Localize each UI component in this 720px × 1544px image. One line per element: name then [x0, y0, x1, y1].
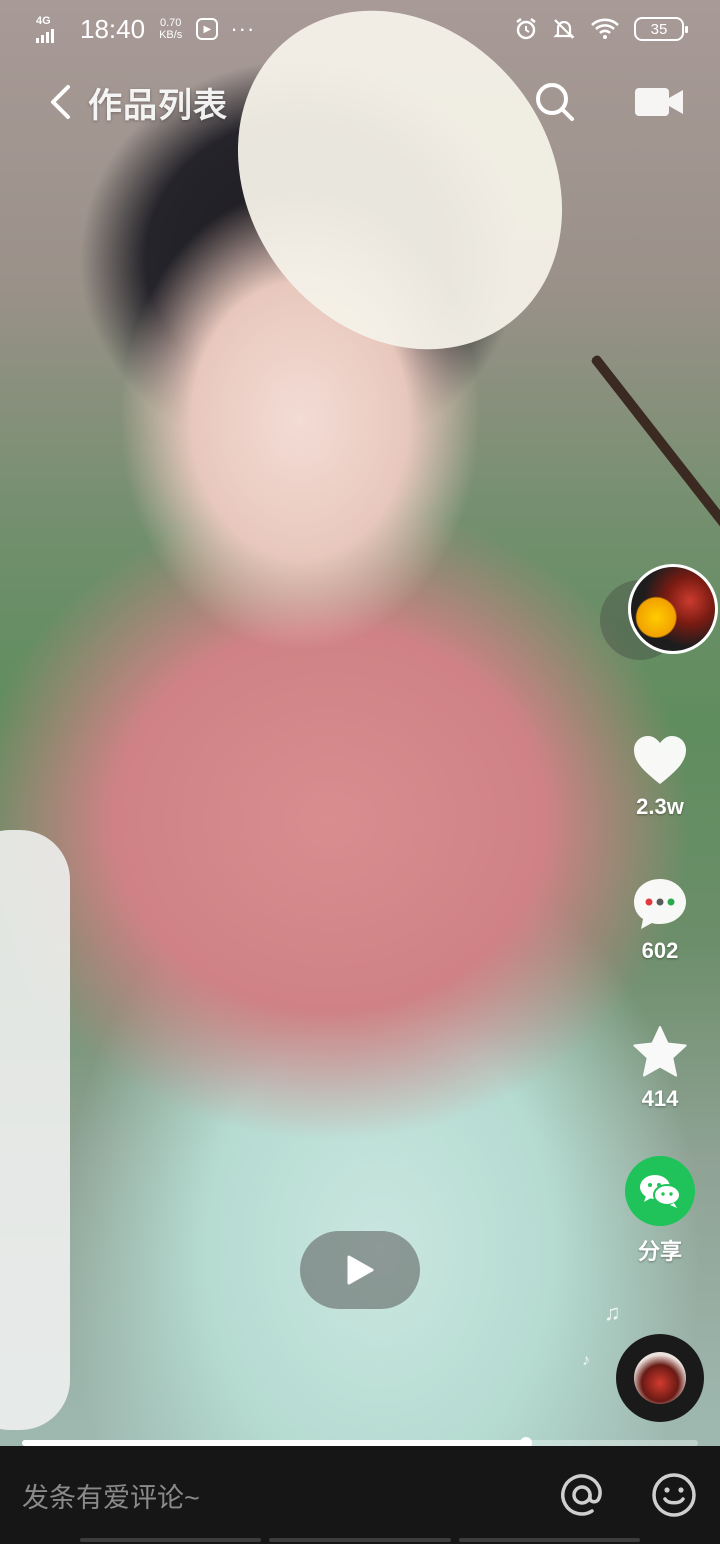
chevron-left-icon [51, 85, 70, 119]
like-button[interactable]: 2.3w [600, 732, 720, 820]
comment-bubble-icon [634, 879, 686, 929]
fan-shape [170, 0, 630, 415]
creator-avatar-button[interactable] [600, 560, 718, 664]
emoji-icon [652, 1473, 696, 1517]
top-nav: 作品列表 [0, 70, 720, 134]
favorite-button[interactable]: 414 [600, 1024, 720, 1112]
favorite-count: 414 [641, 1086, 679, 1111]
battery-icon: 35 [634, 17, 688, 41]
music-disc-icon [634, 1352, 686, 1404]
page-title: 作品列表 [88, 86, 228, 125]
back-button[interactable] [40, 77, 80, 127]
music-note-icon: ♫ [604, 1300, 621, 1325]
search-button[interactable] [534, 81, 576, 123]
mention-button[interactable] [558, 1471, 606, 1519]
video-camera-icon [635, 88, 683, 116]
fan-handle-shape [590, 353, 720, 542]
network-speed-value: 0.70 [159, 17, 182, 29]
status-bar: 4G 18:40 0.70 KB/s ▶ ··· 35 [0, 0, 720, 58]
comment-count: 602 [641, 938, 679, 963]
star-icon [633, 1026, 687, 1077]
network-indicator: 4G [36, 15, 72, 43]
share-label: 分享 [637, 1239, 682, 1264]
search-icon [536, 83, 574, 121]
share-button[interactable]: 分享 [600, 1156, 720, 1266]
record-button[interactable] [634, 86, 684, 118]
system-gesture-bar [80, 1538, 640, 1542]
more-notifications: ··· [230, 16, 256, 41]
comment-bar: 发条有爱评论~ [0, 1446, 720, 1544]
network-label: 4G [36, 15, 51, 27]
play-icon [347, 1255, 374, 1285]
wechat-share [625, 1156, 695, 1226]
wifi-icon [591, 18, 619, 39]
notification-app-icon: ▶ [196, 18, 219, 40]
music-note-icon: ♪ [582, 1352, 590, 1369]
mute-bell-icon [553, 19, 575, 39]
network-speed-unit: KB/s [159, 29, 183, 41]
emoji-button[interactable] [650, 1471, 698, 1519]
alarm-icon [516, 18, 536, 40]
play-button[interactable] [300, 1231, 420, 1309]
at-icon [561, 1474, 602, 1516]
creator-avatar [628, 564, 718, 654]
comment-button[interactable]: 602 [600, 876, 720, 964]
wechat-icon [640, 1175, 681, 1208]
clock: 18:40 [80, 13, 146, 44]
video-foreground-shape [0, 830, 70, 1430]
heart-icon [634, 736, 686, 784]
comment-input[interactable]: 发条有爱评论~ [22, 1476, 558, 1515]
network-speed: 0.70 KB/s [159, 17, 182, 41]
like-count: 2.3w [636, 794, 684, 819]
music-disc-button[interactable] [616, 1334, 704, 1422]
signal-icon [36, 29, 54, 43]
